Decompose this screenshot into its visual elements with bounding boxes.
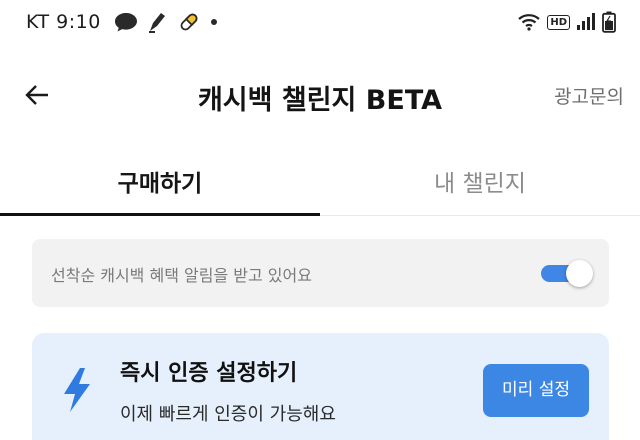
hd-icon: HD bbox=[547, 14, 570, 30]
lightning-bolt-icon bbox=[64, 368, 90, 412]
instant-verify-card: 즉시 인증 설정하기 이제 빠르게 인증이 가능해요 미리 설정 bbox=[32, 333, 609, 440]
notification-text: 선착순 캐시백 혜택 알림을 받고 있어요 bbox=[51, 266, 312, 285]
carrier-time: KT 9:10 bbox=[26, 11, 101, 33]
signal-icon bbox=[577, 13, 595, 30]
page-title: 캐시백 챌린지 BETA bbox=[197, 85, 443, 116]
tab-my-challenge[interactable]: 내 챌린지 bbox=[320, 140, 640, 215]
battery-icon bbox=[602, 11, 616, 33]
status-left: KT 9:10 bbox=[26, 10, 220, 34]
preset-button[interactable]: 미리 설정 bbox=[483, 364, 589, 417]
pill-icon bbox=[180, 13, 198, 31]
pen-nib-icon bbox=[148, 13, 165, 33]
cashback-notification-row: 선착순 캐시백 혜택 알림을 받고 있어요 bbox=[32, 239, 609, 307]
tab-bar: 구매하기 내 챌린지 bbox=[0, 140, 640, 216]
card-title: 즉시 인증 설정하기 bbox=[120, 361, 298, 386]
wifi-icon bbox=[518, 14, 541, 31]
tab-purchase[interactable]: 구매하기 bbox=[0, 140, 320, 216]
dot-icon bbox=[210, 19, 217, 25]
notification-icons bbox=[113, 10, 220, 34]
app-bar: 캐시백 챌린지 BETA 광고문의 bbox=[0, 62, 640, 126]
notification-toggle[interactable] bbox=[539, 259, 593, 287]
chat-bubble-icon bbox=[114, 13, 137, 32]
status-bar: KT 9:10 HD bbox=[0, 0, 640, 46]
status-right: HD bbox=[517, 11, 616, 33]
toggle-knob bbox=[566, 260, 593, 287]
ad-inquiry-link[interactable]: 광고문의 bbox=[554, 82, 624, 109]
card-subtitle: 이제 빠르게 인증이 가능해요 bbox=[120, 404, 336, 425]
